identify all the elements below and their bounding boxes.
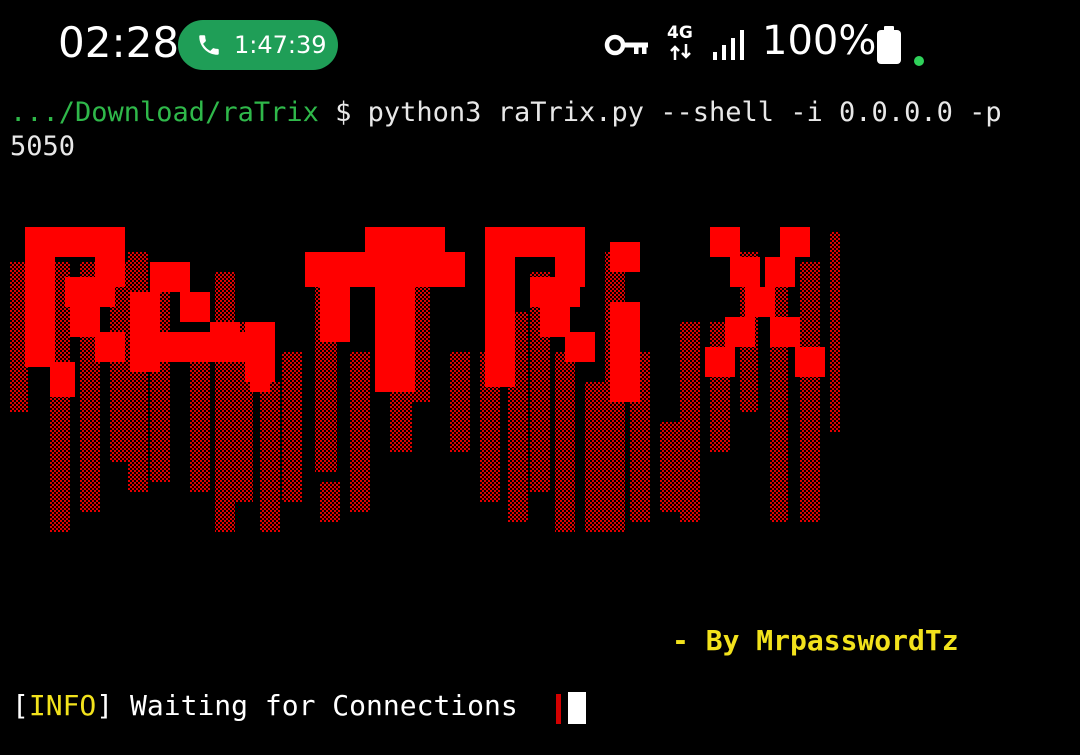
privacy-indicator-dot [914, 56, 924, 66]
author-credit: - By MrpasswordTz [672, 624, 959, 657]
command-text-continued: 5050 [10, 131, 76, 162]
status-clock: 02:28 [58, 18, 180, 67]
battery-icon [877, 26, 901, 64]
phone-icon [199, 35, 219, 55]
info-status-line: [INFO] Waiting for Connections [12, 688, 518, 724]
prompt-sign: $ [318, 97, 368, 128]
status-bar: 02:28 1:47:39 4G 100% [0, 0, 1080, 90]
terminal-output: .../Download/raTrix $ python3 raTrix.py … [10, 96, 1070, 164]
terminal-cursor[interactable] [568, 692, 586, 724]
signal-icon [713, 30, 744, 60]
status-icons: 4G 100% [600, 18, 940, 72]
info-tag: INFO [28, 689, 97, 722]
loading-spinner [556, 694, 561, 724]
network-type: 4G [667, 23, 693, 43]
battery-percent: 100% [762, 18, 877, 64]
prompt-path: .../Download/raTrix [10, 97, 319, 128]
info-bracket-open: [ [12, 689, 29, 722]
ongoing-call-pill[interactable]: 1:47:39 [178, 20, 338, 70]
info-message: Waiting for Connections [113, 689, 518, 722]
vpn-key-icon [604, 34, 648, 56]
call-duration: 1:47:39 [234, 31, 327, 59]
command-text: python3 raTrix.py --shell -i 0.0.0.0 -p [367, 97, 1002, 128]
ratrix-ascii-banner: raTrix [10, 227, 840, 532]
terminal-screen: 02:28 1:47:39 4G 100% .../Download/raTri… [0, 0, 1080, 755]
network-arrows-icon [670, 44, 691, 60]
info-bracket-close: ] [96, 689, 114, 722]
